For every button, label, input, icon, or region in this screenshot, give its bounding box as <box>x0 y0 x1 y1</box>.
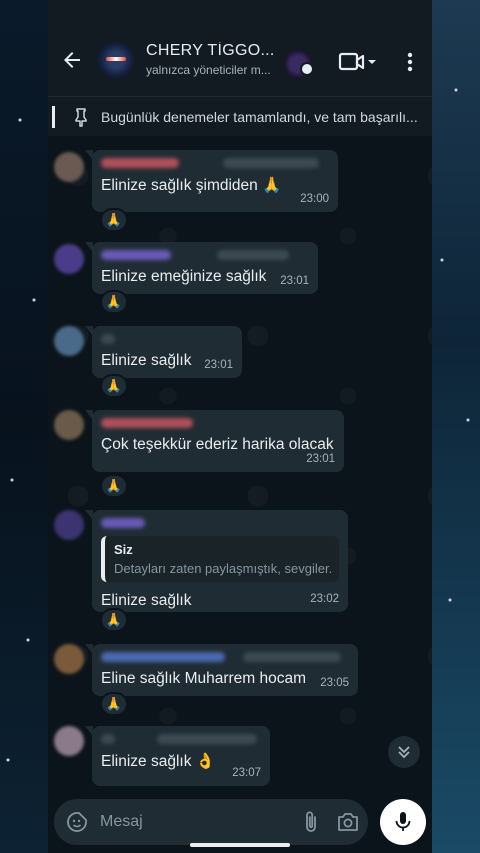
wallpaper-left <box>0 0 48 853</box>
sender-avatar[interactable] <box>54 326 84 356</box>
chat-header: CHERY TİGGO... yalnızca yöneticiler m... <box>48 0 432 96</box>
sender-name-blurred <box>101 156 329 170</box>
pin-icon <box>75 107 87 127</box>
message-bubble[interactable]: Elinize sağlık 23:01 <box>85 326 242 378</box>
message-bubble[interactable]: Eline sağlık Muharrem hocam 23:05 <box>85 644 358 696</box>
reaction-badge[interactable]: 🙏 <box>100 290 128 314</box>
sender-avatar[interactable] <box>54 510 84 540</box>
reaction-badge[interactable]: 🙏 <box>100 374 128 398</box>
message-bubble[interactable]: Siz Detayları zaten paylaşmıştık, sevgil… <box>85 510 348 612</box>
quoted-sender: Siz <box>114 542 133 557</box>
check-badge-icon <box>300 62 314 76</box>
pinned-text: Bugünlük denemeler tamamlandı, ve tam ba… <box>101 108 418 125</box>
mic-icon <box>395 812 411 831</box>
message-composer <box>54 799 368 845</box>
video-call-icon[interactable] <box>338 50 378 74</box>
message-text: Elinize emeğinize sağlık <box>101 268 267 285</box>
message-list[interactable]: Elinize sağlık şimdiden 🙏 23:00 🙏 Eliniz… <box>48 136 432 791</box>
composer-bar <box>48 791 432 853</box>
pinned-indicator <box>52 105 55 128</box>
sender-name-blurred <box>101 248 309 262</box>
sender-avatar[interactable] <box>54 726 84 756</box>
camera-icon[interactable] <box>336 811 360 833</box>
sender-name-blurred <box>101 732 261 746</box>
group-avatar[interactable] <box>98 42 134 78</box>
pinned-message-bar[interactable]: Bugünlük denemeler tamamlandı, ve tam ba… <box>48 96 432 136</box>
reaction-badge[interactable]: 🙏 <box>100 208 128 232</box>
message-text: Çok teşekkür ederiz harika olacak <box>101 436 334 453</box>
sender-name-blurred <box>101 332 233 346</box>
message-time: 23:01 <box>306 453 335 465</box>
wallpaper-right <box>432 0 480 853</box>
sender-avatar[interactable] <box>54 410 84 440</box>
quoted-text: Detayları zaten paylaşmıştık, sevgiler. <box>114 561 333 576</box>
message-text: Elinize sağlık şimdiden 🙏 <box>101 177 282 194</box>
message-time: 23:00 <box>300 193 329 205</box>
message-text: Elinize sağlık <box>101 592 192 609</box>
emoji-sticker-icon[interactable] <box>66 811 88 833</box>
message-time: 23:01 <box>204 359 233 371</box>
message-time: 23:07 <box>232 767 261 779</box>
sender-avatar[interactable] <box>54 244 84 274</box>
more-vert-icon[interactable] <box>400 50 420 74</box>
paperclip-icon[interactable] <box>300 810 322 834</box>
message-bubble[interactable]: Elinize emeğinize sağlık 23:01 <box>85 242 318 294</box>
sender-avatar[interactable] <box>54 152 84 182</box>
home-indicator[interactable] <box>190 843 290 847</box>
message-text: Eline sağlık Muharrem hocam <box>101 670 307 687</box>
message-time: 23:02 <box>310 593 339 605</box>
sender-avatar[interactable] <box>54 644 84 674</box>
reaction-badge[interactable]: 🙏 <box>100 692 128 716</box>
double-chevron-down-icon <box>398 746 410 759</box>
sender-name-blurred <box>101 650 349 664</box>
message-bubble[interactable]: Elinize sağlık 👌 23:07 <box>85 726 270 786</box>
reaction-badge[interactable]: 🙏 <box>100 474 128 498</box>
quoted-message[interactable]: Siz Detayları zaten paylaşmıştık, sevgil… <box>101 536 339 582</box>
chat-screen: CHERY TİGGO... yalnızca yöneticiler m...… <box>48 0 432 853</box>
voice-record-button[interactable] <box>380 799 426 845</box>
sender-name-blurred <box>101 416 335 430</box>
sender-name-blurred <box>101 516 339 530</box>
message-time: 23:01 <box>280 275 309 287</box>
message-input[interactable] <box>100 810 280 834</box>
scroll-to-bottom-button[interactable] <box>388 736 420 768</box>
message-bubble[interactable]: Elinize sağlık şimdiden 🙏 23:00 <box>85 150 338 212</box>
arrow-left-icon[interactable] <box>60 48 84 72</box>
message-time: 23:05 <box>320 677 349 689</box>
message-bubble[interactable]: Çok teşekkür ederiz harika olacak 23:01 <box>85 410 344 472</box>
reaction-badge[interactable]: 🙏 <box>100 608 128 632</box>
